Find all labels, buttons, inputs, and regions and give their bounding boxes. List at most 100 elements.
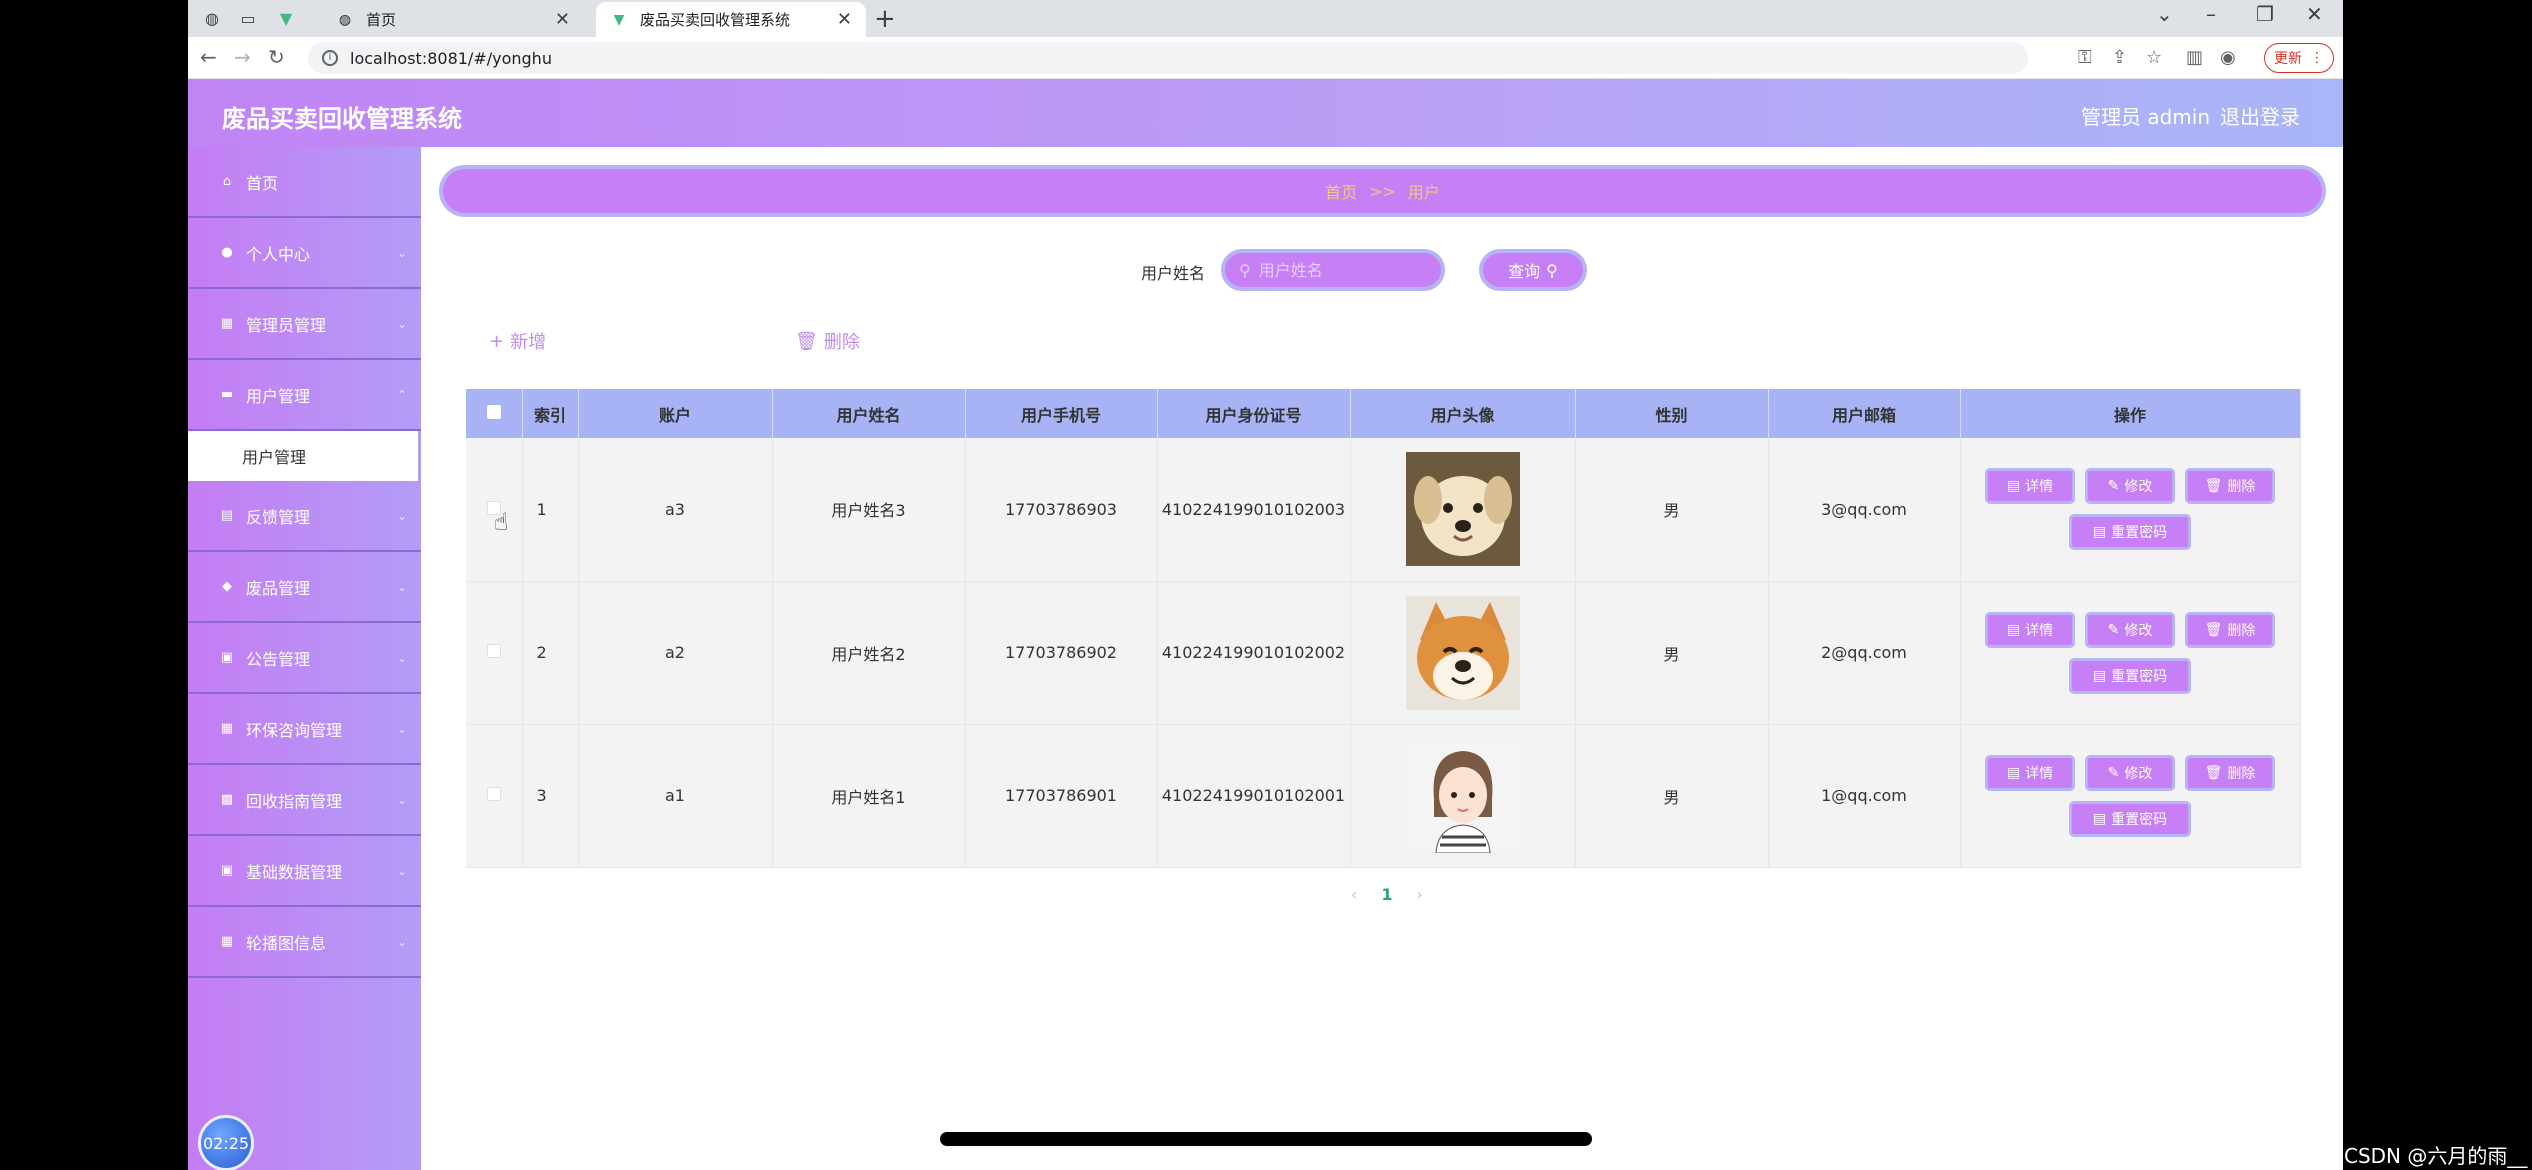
edit-button[interactable]: ✎ 修改 <box>2085 754 2175 791</box>
sidebar-item-home[interactable]: ⌂ 首页 <box>188 147 421 218</box>
cell-ops: ▤ 详情 ✎ 修改 🗑 删除 ▤ 重置密码 <box>1960 581 2301 725</box>
sidebar-item-admins[interactable]: ▦ 管理员管理 ⌄ <box>188 289 421 360</box>
row-checkbox[interactable] <box>466 724 523 868</box>
globe-icon[interactable]: ◍ <box>200 6 224 30</box>
detail-button[interactable]: ▤ 详情 <box>1985 468 2075 505</box>
address-bar[interactable]: i localhost:8081/#/yonghu <box>308 42 2028 74</box>
delete-row-button[interactable]: 🗑 删除 <box>2185 611 2275 648</box>
cell-ops: ▤ 详情 ✎ 修改 🗑 删除 ▤ 重置密码 <box>1960 438 2301 582</box>
sidebar-item-guide[interactable]: ▩ 回收指南管理 ⌄ <box>188 765 421 836</box>
delete-button[interactable]: 🗑 删除 <box>795 328 860 354</box>
user-icon: ● <box>221 245 233 260</box>
pencil-icon: ✎ <box>2107 478 2120 495</box>
delete-row-button[interactable]: 🗑 删除 <box>2185 468 2275 505</box>
cell-name: 用户姓名2 <box>772 581 966 725</box>
update-button[interactable]: 更新 ⋮ <box>2264 43 2334 73</box>
sidebar-item-basedata[interactable]: ▣ 基础数据管理 ⌄ <box>188 836 421 907</box>
cell-email: 1@qq.com <box>1768 724 1961 868</box>
share-icon[interactable]: ⇪ <box>2112 47 2127 68</box>
reset-password-button[interactable]: ▤ 重置密码 <box>2069 514 2191 551</box>
chevron-down-icon: ⌄ <box>396 793 407 807</box>
admin-label: 管理员 admin <box>2081 105 2211 129</box>
sidebar-item-notices[interactable]: ▣ 公告管理 ⌄ <box>188 623 421 694</box>
star-icon[interactable]: ☆ <box>2146 47 2162 68</box>
side-panel-icon[interactable]: ▥ <box>2186 47 2203 68</box>
profile-icon[interactable]: ◉ <box>2220 47 2236 68</box>
close-window-icon[interactable]: ✕ <box>2306 2 2323 26</box>
cell-avatar <box>1350 724 1576 868</box>
cell-gender: 男 <box>1575 581 1769 725</box>
trash-icon: 🗑 <box>2204 764 2223 781</box>
avatar-shiba-image[interactable] <box>1405 595 1520 710</box>
sidebar-item-eco[interactable]: ▦ 环保咨询管理 ⌄ <box>188 694 421 765</box>
blank-tab-icon[interactable]: ▭ <box>236 6 260 30</box>
sidebar-item-carousel[interactable]: ▦ 轮播图信息 ⌄ <box>188 907 421 978</box>
column-header[interactable]: 索引 <box>522 389 579 438</box>
search-icon: ⚲ <box>1546 260 1558 280</box>
tab-home[interactable]: ◍ 首页 ✕ <box>322 2 584 37</box>
delete-row-button[interactable]: 🗑 删除 <box>2185 754 2275 791</box>
tab-active[interactable]: ▼ 废品买卖回收管理系统 ✕ <box>596 2 866 37</box>
more-icon: ⋮ <box>2310 50 2324 66</box>
logout-link[interactable]: 退出登录 <box>2220 101 2300 130</box>
detail-button[interactable]: ▤ 详情 <box>1985 754 2075 791</box>
avatar-girl-image[interactable] <box>1405 738 1520 853</box>
new-tab-icon[interactable]: + <box>874 4 896 34</box>
sidebar-item-profile[interactable]: ● 个人中心 ⌄ <box>188 218 421 289</box>
key-icon[interactable]: ⚿ <box>2078 47 2092 68</box>
minimize-icon[interactable]: – <box>2206 2 2216 26</box>
briefcase-icon: ▤ <box>220 508 234 523</box>
info-icon[interactable]: i <box>322 50 338 66</box>
column-header[interactable]: 用户姓名 <box>772 389 966 438</box>
sidebar-item-waste[interactable]: ◆ 废品管理 ⌄ <box>188 552 421 623</box>
column-header[interactable]: 用户手机号 <box>965 389 1158 438</box>
edit-button[interactable]: ✎ 修改 <box>2085 468 2175 505</box>
pagination: ‹ 1 › <box>1351 885 1423 904</box>
location-icon: ◆ <box>222 579 232 594</box>
app-header: 废品买卖回收管理系统 管理员 admin 退出登录 <box>188 79 2343 147</box>
column-header[interactable]: 用户头像 <box>1350 389 1576 438</box>
sidebar-item-users[interactable]: ▬ 用户管理 ⌃ <box>188 360 421 431</box>
prev-page-icon[interactable]: ‹ <box>1351 885 1357 904</box>
document-icon: ▤ <box>2006 621 2021 638</box>
cell-email: 2@qq.com <box>1768 581 1961 725</box>
sidebar: ⌂ 首页 ● 个人中心 ⌄ ▦ 管理员管理 ⌄ ▬ 用户管理 ⌃ 用户管理 ▤ … <box>188 147 421 1170</box>
browser-window: ◍ ▭ ▼ ◍ 首页 ✕ ▼ 废品买卖回收管理系统 ✕ + ⌄ – ❐ ✕ ← … <box>188 0 2343 1170</box>
vue-logo-icon[interactable]: ▼ <box>274 6 298 30</box>
search-button[interactable]: 查询 ⚲ <box>1479 249 1587 291</box>
clipboard-icon: ▣ <box>220 863 234 878</box>
column-header[interactable]: 用户邮箱 <box>1768 389 1961 438</box>
edit-button[interactable]: ✎ 修改 <box>2085 611 2175 648</box>
avatar-puppy-image[interactable] <box>1405 452 1520 567</box>
restore-icon[interactable]: ❐ <box>2256 2 2274 26</box>
cell-name: 用户姓名1 <box>772 724 966 868</box>
breadcrumb: 首页 >> 用户 <box>439 165 2326 217</box>
sidebar-subitem-users[interactable]: 用户管理 <box>188 431 418 481</box>
cell-id-card: 410224199010102002 <box>1157 581 1351 725</box>
search-input[interactable] <box>1258 260 1429 280</box>
column-header[interactable]: 账户 <box>578 389 773 438</box>
chevron-down-icon[interactable]: ⌄ <box>2156 2 2173 26</box>
search-field[interactable]: ⚲ <box>1221 249 1445 291</box>
next-page-icon[interactable]: › <box>1417 885 1423 904</box>
close-icon[interactable]: ✕ <box>837 9 852 30</box>
sidebar-item-feedback[interactable]: ▤ 反馈管理 ⌄ <box>188 481 421 552</box>
page-number[interactable]: 1 <box>1381 885 1392 904</box>
add-button[interactable]: + 新增 <box>489 328 546 354</box>
chevron-up-icon: ⌃ <box>396 388 407 402</box>
column-header[interactable]: 性别 <box>1575 389 1769 438</box>
column-header[interactable]: 用户身份证号 <box>1157 389 1351 438</box>
close-icon[interactable]: ✕ <box>555 9 570 30</box>
breadcrumb-home[interactable]: 首页 <box>1325 179 1357 203</box>
breadcrumb-current: 用户 <box>1407 183 1440 202</box>
reset-password-button[interactable]: ▤ 重置密码 <box>2069 800 2191 837</box>
forward-icon[interactable]: → <box>234 45 251 69</box>
row-checkbox[interactable] <box>466 581 523 725</box>
reset-password-button[interactable]: ▤ 重置密码 <box>2069 657 2191 694</box>
back-icon[interactable]: ← <box>200 45 217 69</box>
select-all-checkbox[interactable] <box>466 389 523 438</box>
globe-icon: ◍ <box>338 11 352 28</box>
pencil-icon: ✎ <box>2107 621 2120 638</box>
detail-button[interactable]: ▤ 详情 <box>1985 611 2075 648</box>
reload-icon[interactable]: ↻ <box>268 45 285 69</box>
